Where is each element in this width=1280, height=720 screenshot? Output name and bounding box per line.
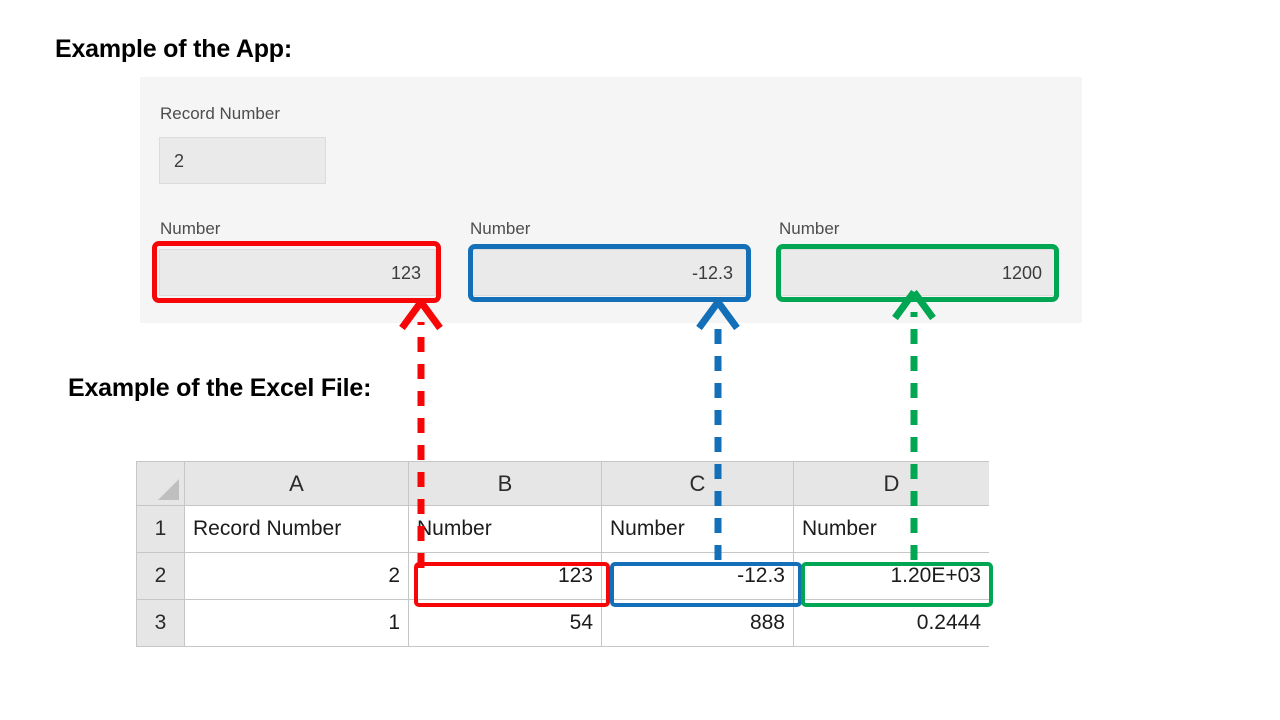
excel-cell-A1[interactable]: Record Number: [185, 506, 409, 553]
record-number-value: 2: [160, 152, 325, 170]
number-field-1-value: 123: [160, 264, 435, 282]
number-field-3-label: Number: [779, 219, 839, 239]
excel-column-header-row: A B C D: [137, 462, 990, 506]
number-field-1-label: Number: [160, 219, 220, 239]
excel-cell-C1[interactable]: Number: [602, 506, 794, 553]
column-header-d[interactable]: D: [794, 462, 990, 506]
row-header-1[interactable]: 1: [137, 506, 185, 553]
record-number-label: Record Number: [160, 104, 280, 124]
select-all-corner[interactable]: [137, 462, 185, 506]
excel-cell-B2[interactable]: 123: [409, 553, 602, 600]
number-field-2-value: -12.3: [472, 264, 747, 282]
number-field-2-label: Number: [470, 219, 530, 239]
table-row: 3 1 54 888 0.2444: [137, 600, 990, 647]
excel-cell-A2[interactable]: 2: [185, 553, 409, 600]
column-header-c[interactable]: C: [602, 462, 794, 506]
row-header-3[interactable]: 3: [137, 600, 185, 647]
excel-cell-B3[interactable]: 54: [409, 600, 602, 647]
excel-table: A B C D 1 Record Number Number Number Nu…: [136, 461, 989, 647]
excel-grid[interactable]: A B C D 1 Record Number Number Number Nu…: [136, 461, 989, 658]
app-number-field-2[interactable]: -12.3: [471, 249, 748, 296]
heading-example-of-the-excel-file: Example of the Excel File:: [68, 372, 388, 405]
excel-cell-D1[interactable]: Number: [794, 506, 990, 553]
record-number-field[interactable]: 2: [159, 137, 326, 184]
excel-cell-D3[interactable]: 0.2444: [794, 600, 990, 647]
column-header-b[interactable]: B: [409, 462, 602, 506]
excel-cell-C2[interactable]: -12.3: [602, 553, 794, 600]
table-row: 2 2 123 -12.3 1.20E+03: [137, 553, 990, 600]
column-header-a[interactable]: A: [185, 462, 409, 506]
excel-cell-B1[interactable]: Number: [409, 506, 602, 553]
app-number-field-3[interactable]: 1200: [780, 249, 1057, 296]
select-all-triangle-icon: [158, 479, 179, 500]
excel-cell-C3[interactable]: 888: [602, 600, 794, 647]
app-number-field-1[interactable]: 123: [159, 249, 436, 296]
number-field-3-value: 1200: [781, 264, 1056, 282]
excel-cell-A3[interactable]: 1: [185, 600, 409, 647]
row-header-2[interactable]: 2: [137, 553, 185, 600]
excel-cell-D2[interactable]: 1.20E+03: [794, 553, 990, 600]
heading-example-of-the-app: Example of the App:: [55, 33, 292, 66]
table-row: 1 Record Number Number Number Number: [137, 506, 990, 553]
